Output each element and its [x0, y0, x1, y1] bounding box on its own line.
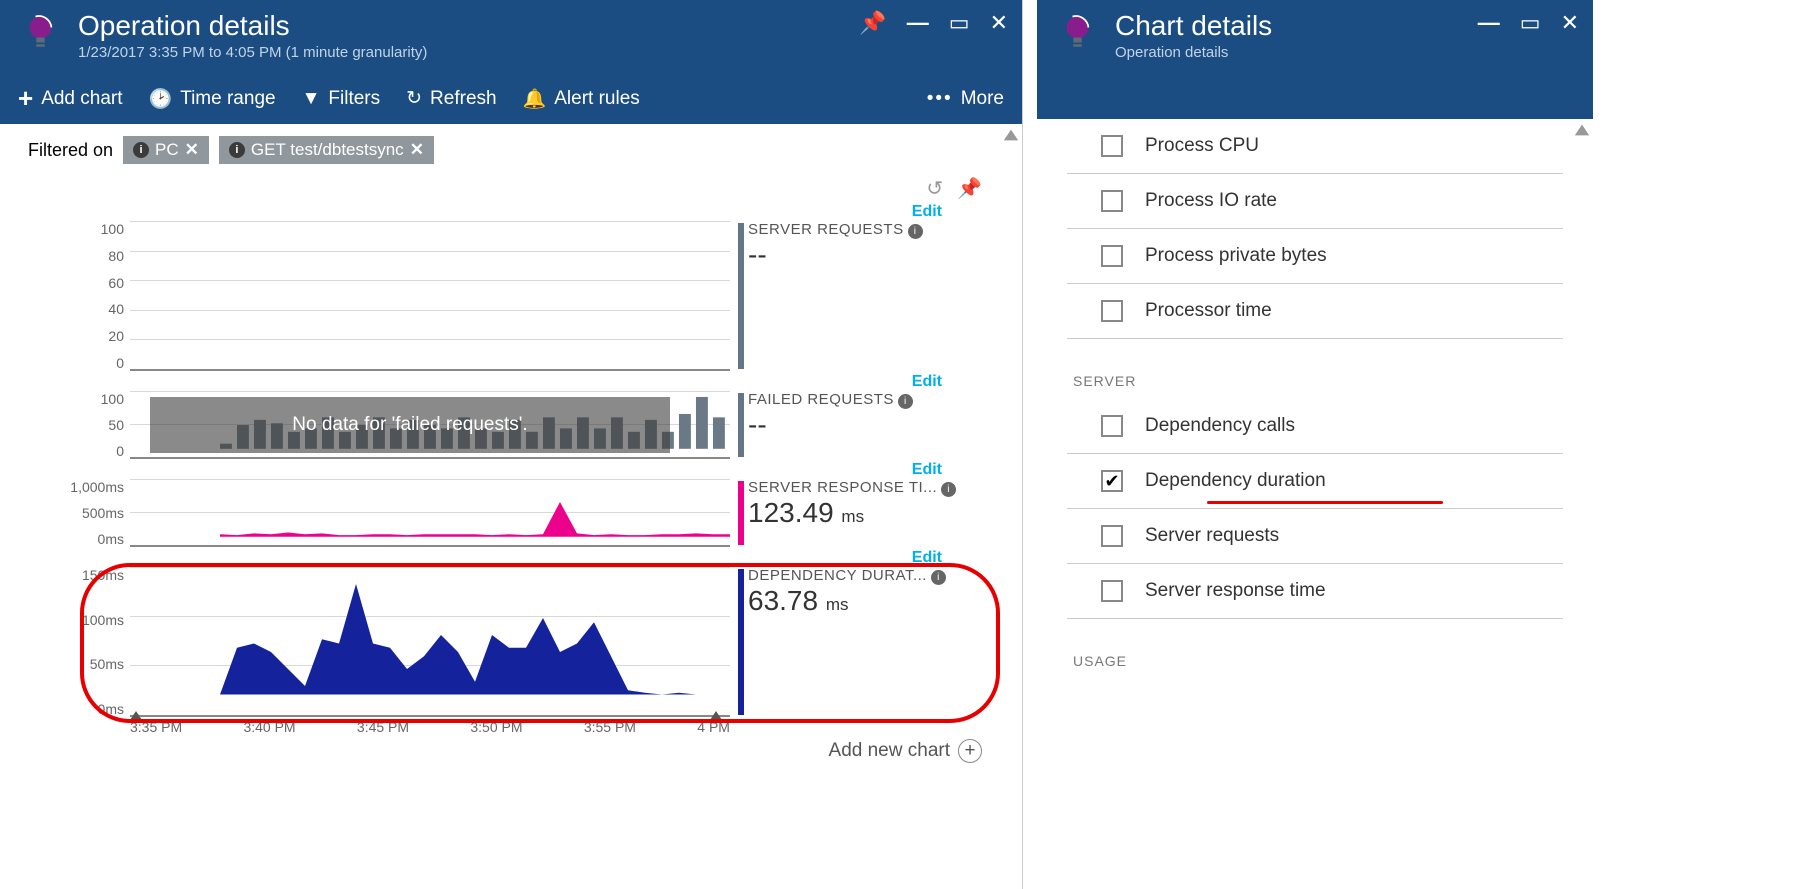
toolbar: +Add chart 🕑Time range ▼Filters ↻Refresh… [0, 75, 1022, 124]
remove-chip-icon[interactable]: ✕ [185, 140, 199, 160]
metrics-list: Process CPU Process IO rate Process priv… [1037, 119, 1593, 889]
chart-server-response-time: 1,000ms500ms0ms SERVER RESPONSE TI...i 1… [40, 479, 982, 547]
blade-title: Operation details [78, 10, 427, 42]
metric-server-requests[interactable]: SERVER REQUESTSi -- [730, 221, 982, 371]
time-range-button[interactable]: 🕑Time range [149, 87, 276, 111]
area-pink [220, 479, 730, 537]
alert-rules-button[interactable]: 🔔Alert rules [523, 87, 640, 111]
checkbox[interactable] [1101, 525, 1123, 547]
filters-button[interactable]: ▼Filters [302, 88, 381, 110]
filter-bar: Filtered on iPC✕ iGET test/dbtestsync✕ [0, 124, 1022, 176]
no-data-overlay: No data for 'failed requests'. [150, 397, 670, 453]
info-icon: i [229, 142, 245, 158]
metric-option-dependency-calls[interactable]: Dependency calls [1067, 399, 1563, 454]
chart-details-blade: Chart details Operation details — ▭ ✕ Pr… [1037, 0, 1593, 889]
remove-chip-icon[interactable]: ✕ [410, 140, 424, 160]
pin-icon[interactable]: 📌 [859, 10, 886, 36]
chart-tools: ↺ 📌 [0, 176, 1022, 201]
content-area: Filtered on iPC✕ iGET test/dbtestsync✕ ↺… [0, 124, 1022, 889]
checkbox[interactable] [1101, 135, 1123, 157]
minimize-icon[interactable]: — [1478, 10, 1500, 36]
metric-option-dependency-duration[interactable]: Dependency duration [1067, 454, 1563, 509]
checkbox[interactable] [1101, 190, 1123, 212]
info-icon[interactable]: i [931, 570, 946, 585]
ellipsis-icon: ••• [927, 88, 953, 110]
metric-option-process-io[interactable]: Process IO rate [1067, 174, 1563, 229]
time-marker-end[interactable] [708, 711, 724, 723]
metric-option-process-bytes[interactable]: Process private bytes [1067, 229, 1563, 284]
filter-chip-pc[interactable]: iPC✕ [123, 136, 209, 164]
edit-link[interactable]: Edit [40, 549, 982, 567]
blade-subtitle: 1/23/2017 3:35 PM to 4:05 PM (1 minute g… [78, 44, 427, 61]
edit-link[interactable]: Edit [40, 461, 982, 479]
window-buttons: 📌 — ▭ ✕ [859, 10, 1008, 36]
info-icon[interactable]: i [908, 224, 923, 239]
info-icon[interactable]: i [898, 394, 913, 409]
info-icon[interactable]: i [941, 482, 956, 497]
bell-icon: 🔔 [523, 87, 547, 111]
info-icon: i [133, 142, 149, 158]
lightbulb-icon [20, 10, 60, 60]
maximize-icon[interactable]: ▭ [1520, 10, 1541, 36]
more-button[interactable]: •••More [927, 88, 1004, 110]
history-icon[interactable]: ↺ [926, 176, 943, 201]
title-box: Operation details 1/23/2017 3:35 PM to 4… [78, 10, 427, 61]
close-icon[interactable]: ✕ [1561, 10, 1579, 36]
checkbox[interactable] [1101, 580, 1123, 602]
minimize-icon[interactable]: — [907, 10, 929, 36]
chart-server-requests: 100806040200 SERVER REQUESTSi -- [40, 221, 982, 371]
metric-option-server-response-time[interactable]: Server response time [1067, 564, 1563, 619]
blade-subtitle: Operation details [1115, 44, 1272, 61]
metric-failed-requests[interactable]: FAILED REQUESTSi -- [730, 391, 982, 459]
charts: Edit 100806040200 SERVER REQUESTSi -- Ed… [0, 203, 1022, 735]
edit-link[interactable]: Edit [40, 373, 982, 391]
blade-header: Chart details Operation details — ▭ ✕ [1037, 0, 1593, 75]
maximize-icon[interactable]: ▭ [949, 10, 970, 36]
lightbulb-icon [1057, 10, 1097, 60]
metric-dependency-duration[interactable]: DEPENDENCY DURAT...i 63.78 ms [730, 567, 982, 717]
refresh-button[interactable]: ↻Refresh [406, 87, 496, 110]
filter-icon: ▼ [302, 88, 321, 110]
time-marker-start[interactable] [128, 711, 144, 723]
checkbox[interactable] [1101, 415, 1123, 437]
chart-failed-requests: 100500 No data for 'failed requests'. FA… [40, 391, 982, 459]
scroll-up-icon[interactable] [1573, 121, 1591, 139]
refresh-icon: ↻ [406, 87, 422, 110]
metric-option-process-cpu[interactable]: Process CPU [1067, 119, 1563, 174]
metric-option-server-requests[interactable]: Server requests [1067, 509, 1563, 564]
checkbox-checked[interactable] [1101, 470, 1123, 492]
plus-circle-icon: + [958, 739, 982, 763]
clock-icon: 🕑 [149, 87, 173, 111]
close-icon[interactable]: ✕ [990, 10, 1008, 36]
section-server: SERVER [1073, 373, 1563, 389]
operation-details-blade: Operation details 1/23/2017 3:35 PM to 4… [0, 0, 1023, 889]
chart-dependency-duration: 150ms100ms50ms0ms DEPENDENCY DURAT...i 6… [40, 567, 982, 717]
add-chart-button[interactable]: +Add chart [18, 83, 123, 114]
area-blue [220, 567, 730, 695]
filter-chip-get[interactable]: iGET test/dbtestsync✕ [219, 136, 434, 164]
blade-header: Operation details 1/23/2017 3:35 PM to 4… [0, 0, 1022, 75]
pin-chart-icon[interactable]: 📌 [957, 176, 982, 201]
section-usage: USAGE [1073, 653, 1563, 669]
add-new-chart-button[interactable]: Add new chart + [0, 735, 1022, 767]
checkbox[interactable] [1101, 300, 1123, 322]
checkbox[interactable] [1101, 245, 1123, 267]
plus-icon: + [18, 83, 33, 114]
blade-title: Chart details [1115, 10, 1272, 42]
metric-server-response-time[interactable]: SERVER RESPONSE TI...i 123.49 ms [730, 479, 982, 547]
filtered-on-label: Filtered on [28, 140, 113, 161]
metric-option-processor-time[interactable]: Processor time [1067, 284, 1563, 339]
edit-link[interactable]: Edit [40, 203, 982, 221]
